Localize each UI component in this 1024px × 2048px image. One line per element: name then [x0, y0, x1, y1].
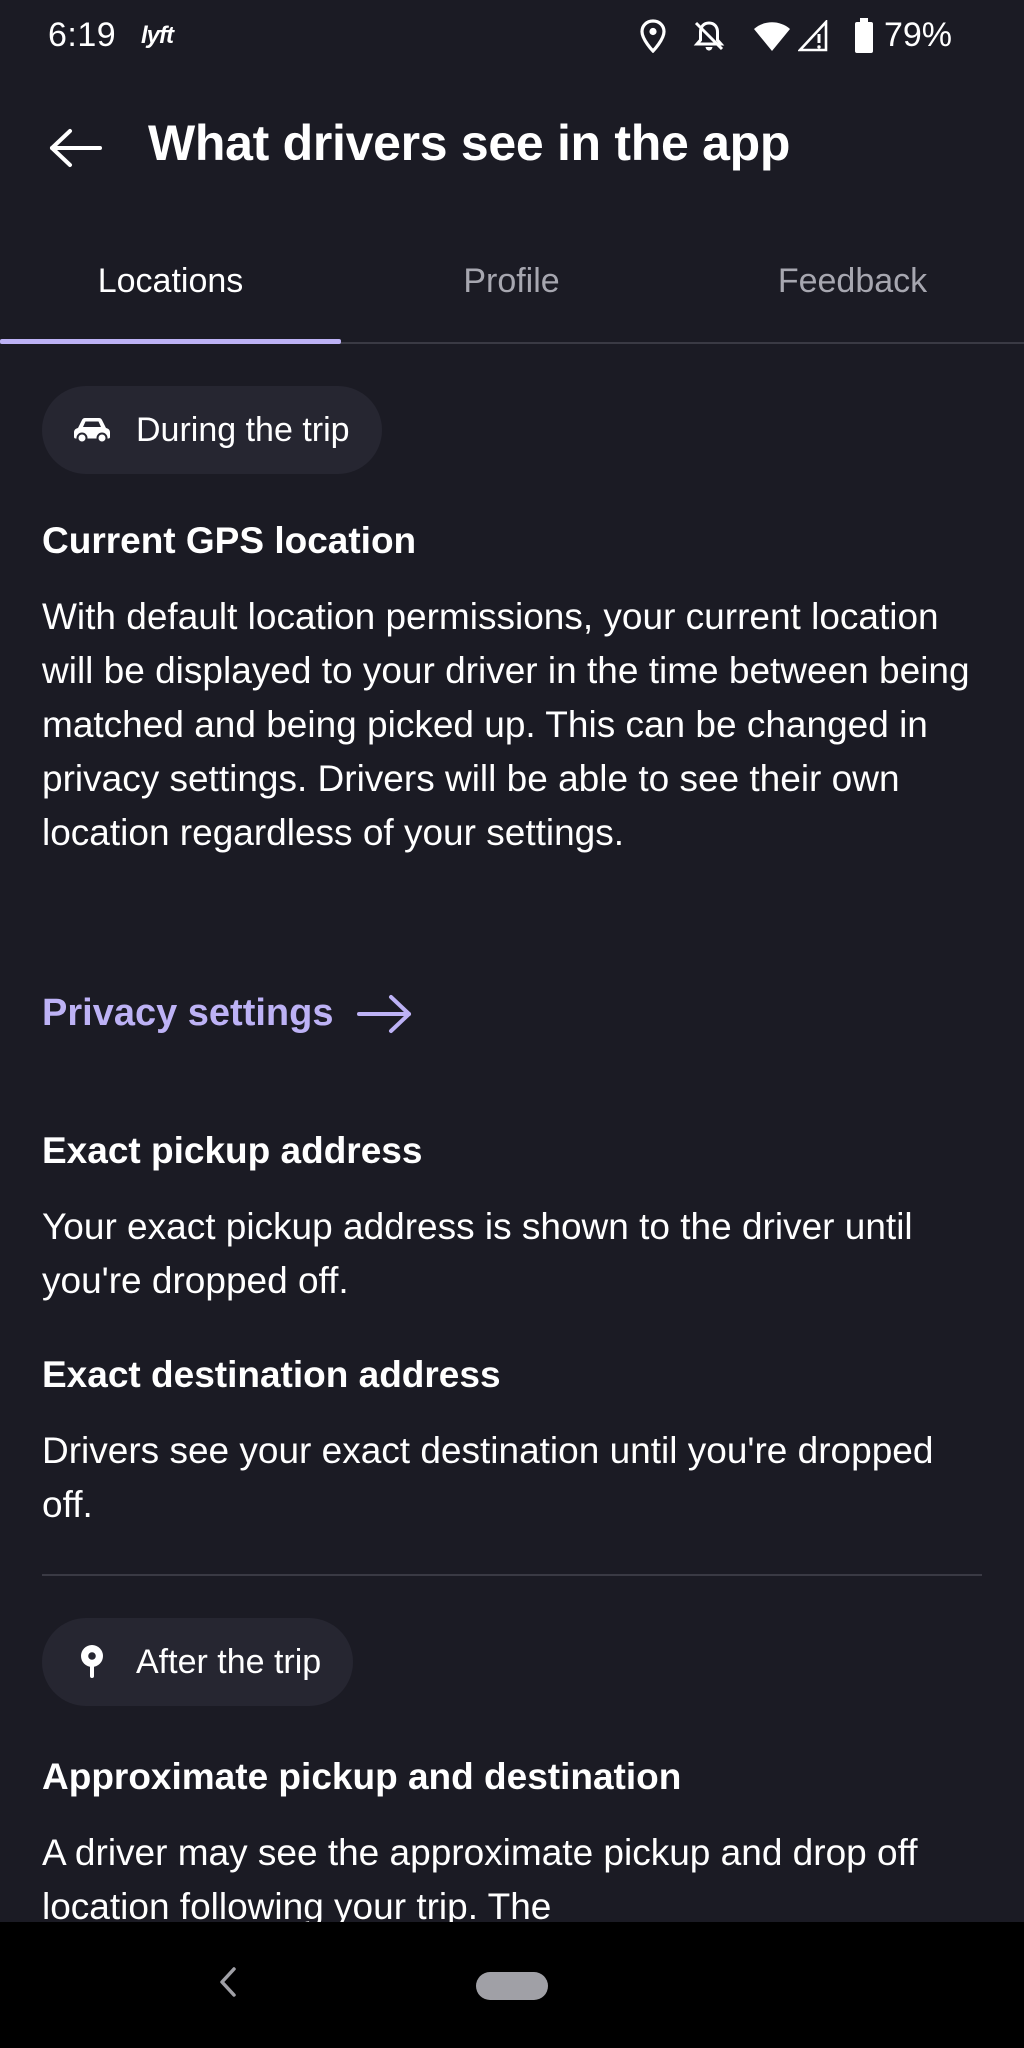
status-bar: 6:19 lyft 79%	[0, 0, 1024, 72]
approx-location-body: A driver may see the approximate pickup …	[42, 1832, 918, 1927]
privacy-settings-label: Privacy settings	[42, 992, 334, 1034]
chevron-left-icon	[218, 1966, 238, 2003]
pickup-address-title: Exact pickup address	[42, 1130, 423, 1171]
during-trip-chip: During the trip	[42, 386, 382, 474]
signal-icon	[797, 19, 828, 52]
screen: 6:19 lyft 79% What drivers see in the ap…	[0, 0, 1024, 2048]
tab-bar: Locations Profile Feedback	[0, 240, 1024, 344]
gps-location-body: With default location permissions, your …	[42, 596, 970, 853]
gps-location-title: Current GPS location	[42, 520, 417, 561]
location-icon	[640, 18, 666, 53]
page-title: What drivers see in the app	[148, 115, 791, 171]
destination-address-title: Exact destination address	[42, 1354, 501, 1395]
back-button[interactable]	[40, 122, 110, 178]
chip-label: During the trip	[136, 410, 350, 449]
tab-feedback[interactable]: Feedback	[682, 262, 1023, 301]
chip-label: After the trip	[136, 1642, 322, 1681]
wifi-icon	[752, 20, 792, 52]
after-trip-chip: After the trip	[42, 1618, 354, 1706]
nav-home-pill[interactable]	[476, 1972, 548, 2000]
battery-percentage: 79%	[883, 16, 952, 54]
tab-profile[interactable]: Profile	[341, 262, 682, 301]
lyft-notification-icon: lyft	[141, 22, 174, 49]
active-tab-indicator	[0, 339, 341, 344]
nav-back-button[interactable]	[208, 1964, 248, 2004]
battery-icon	[854, 17, 874, 54]
status-icons: 79%	[614, 16, 952, 55]
approx-location-title: Approximate pickup and destination	[42, 1756, 682, 1797]
car-icon	[72, 410, 112, 450]
back-arrow-icon	[48, 128, 102, 173]
destination-address-body: Drivers see your exact destination until…	[42, 1430, 934, 1525]
status-time: 6:19	[48, 16, 117, 54]
section-divider	[42, 1574, 982, 1576]
app-header: What drivers see in the app	[0, 100, 1024, 200]
map-pin-icon	[72, 1642, 112, 1682]
pickup-address-body: Your exact pickup address is shown to th…	[42, 1206, 913, 1301]
system-nav-bar	[0, 1922, 1024, 2048]
arrow-right-icon	[357, 994, 413, 1034]
notifications-off-icon	[692, 19, 726, 53]
tab-locations[interactable]: Locations	[0, 262, 341, 301]
privacy-settings-link[interactable]: Privacy settings	[42, 992, 413, 1035]
